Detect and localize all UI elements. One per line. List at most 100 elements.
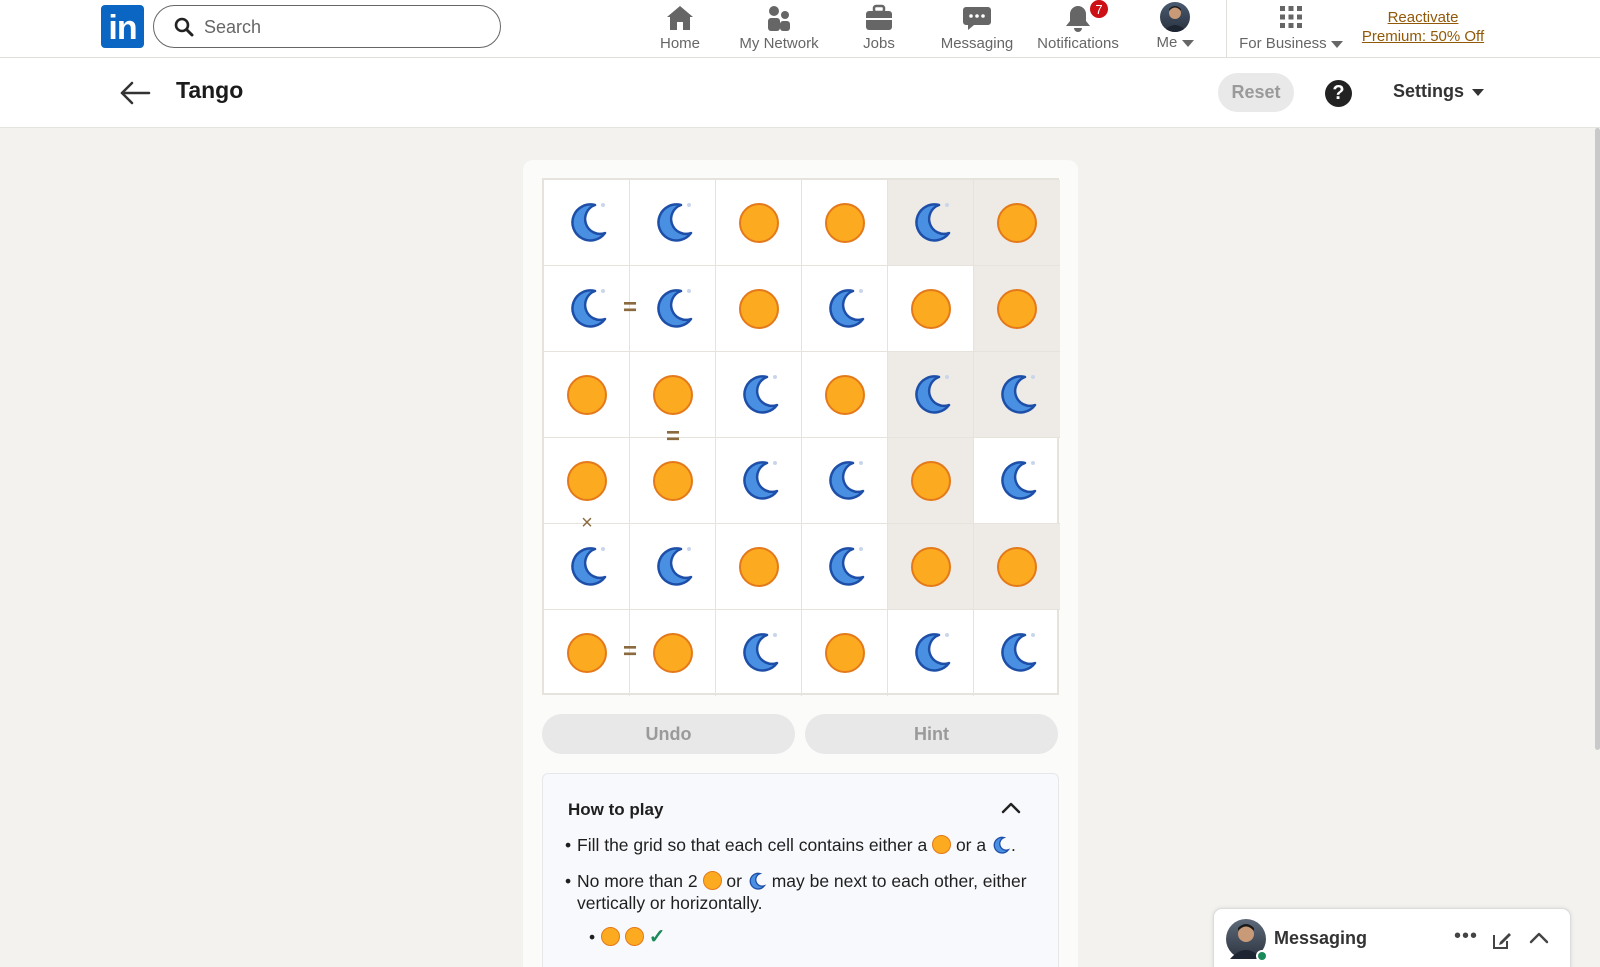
nav-home[interactable]: Home — [650, 0, 710, 58]
sun-icon — [624, 927, 644, 946]
board-cell-r1-c1[interactable] — [630, 266, 716, 352]
board-cell-r4-c1[interactable] — [630, 524, 716, 610]
board-cell-r0-c1[interactable] — [630, 180, 716, 266]
board-cell-r2-c5[interactable] — [974, 352, 1060, 438]
rule-2-text-b: or — [726, 871, 742, 891]
sun-icon — [567, 461, 607, 501]
board-cell-r3-c2[interactable] — [716, 438, 802, 524]
sun-icon — [702, 871, 722, 890]
nav-divider — [1226, 0, 1227, 58]
sun-icon — [911, 289, 951, 329]
nav-notifications[interactable]: 7 Notifications — [1035, 0, 1121, 58]
more-options-icon[interactable]: ••• — [1454, 925, 1478, 948]
nav-messaging-label: Messaging — [940, 35, 1014, 52]
sun-icon — [739, 203, 779, 243]
chevron-up-icon[interactable] — [1001, 801, 1021, 815]
sun-icon — [825, 633, 865, 673]
board-cell-r0-c3[interactable] — [802, 180, 888, 266]
global-nav: in Home My Network Jobs — [0, 0, 1600, 58]
sun-icon — [567, 633, 607, 673]
board-cell-r2-c0[interactable] — [544, 352, 630, 438]
board-cell-r4-c2[interactable] — [716, 524, 802, 610]
board-cell-r5-c4[interactable] — [888, 610, 974, 696]
moon-icon — [737, 371, 783, 417]
board-cell-r4-c3[interactable] — [802, 524, 888, 610]
moon-icon — [995, 629, 1041, 675]
moon-icon — [995, 371, 1041, 417]
board-cell-r5-c0[interactable] — [544, 610, 630, 696]
board-cell-r2-c2[interactable] — [716, 352, 802, 438]
compose-icon[interactable] — [1491, 929, 1513, 951]
scrollbar[interactable] — [1595, 128, 1600, 750]
board-cell-r5-c2[interactable] — [716, 610, 802, 696]
linkedin-logo[interactable]: in — [101, 5, 144, 48]
board-cell-r3-c1[interactable] — [630, 438, 716, 524]
messaging-dock[interactable]: Messaging ••• — [1213, 908, 1571, 967]
sun-icon — [997, 203, 1037, 243]
board-cell-r1-c3[interactable] — [802, 266, 888, 352]
moon-icon — [749, 872, 766, 890]
settings-label: Settings — [1393, 81, 1465, 101]
board-cell-r0-c4[interactable] — [888, 180, 974, 266]
moon-icon — [737, 457, 783, 503]
nav-my-network[interactable]: My Network — [735, 0, 823, 58]
premium-link[interactable]: Reactivate Premium: 50% Off — [1358, 8, 1488, 46]
search-box[interactable] — [153, 5, 501, 48]
help-icon[interactable]: ? — [1325, 80, 1352, 107]
nav-for-business[interactable]: For Business — [1238, 0, 1344, 58]
opposite-constraint-2: × — [581, 512, 593, 534]
notification-badge: 7 — [1089, 0, 1109, 19]
chevron-up-icon[interactable] — [1529, 931, 1549, 945]
game-header: Tango Reset ? Settings — [0, 58, 1600, 128]
search-input[interactable] — [204, 14, 484, 40]
board-cell-r1-c0[interactable] — [544, 266, 630, 352]
undo-button[interactable]: Undo — [542, 714, 795, 754]
nav-me[interactable]: Me — [1150, 0, 1200, 58]
board-cell-r4-c5[interactable] — [974, 524, 1060, 610]
search-icon — [174, 17, 194, 37]
board-cell-r0-c2[interactable] — [716, 180, 802, 266]
board-cell-r1-c2[interactable] — [716, 266, 802, 352]
board-cell-r5-c5[interactable] — [974, 610, 1060, 696]
equal-constraint-1: = — [665, 423, 680, 450]
caret-down-icon — [1472, 88, 1485, 96]
sun-icon — [601, 927, 620, 946]
sun-icon — [911, 547, 951, 587]
board-cell-r4-c4[interactable] — [888, 524, 974, 610]
tango-board: = = × = — [542, 178, 1060, 696]
how-to-play-panel: How to play • Fill the grid so that each… — [542, 773, 1059, 967]
moon-icon — [651, 199, 697, 245]
moon-icon — [909, 629, 955, 675]
hint-button[interactable]: Hint — [805, 714, 1058, 754]
rule-1-text-b: or a — [955, 835, 987, 855]
nav-jobs[interactable]: Jobs — [855, 0, 903, 58]
sun-icon — [653, 633, 693, 673]
board-cell-r5-c3[interactable] — [802, 610, 888, 696]
briefcase-icon — [866, 4, 892, 30]
nav-messaging[interactable]: Messaging — [938, 0, 1016, 58]
board-cell-r1-c5[interactable] — [974, 266, 1060, 352]
sun-icon — [911, 461, 951, 501]
moon-icon — [651, 543, 697, 589]
chevron-down-icon — [1330, 40, 1343, 48]
reset-button[interactable]: Reset — [1218, 73, 1294, 112]
nav-jobs-label: Jobs — [863, 35, 895, 52]
board-cell-r0-c5[interactable] — [974, 180, 1060, 266]
board-cell-r2-c4[interactable] — [888, 352, 974, 438]
sun-icon — [997, 289, 1037, 329]
moon-icon — [737, 629, 783, 675]
settings-dropdown[interactable]: Settings — [1393, 81, 1485, 102]
board-cell-r5-c1[interactable] — [630, 610, 716, 696]
board-cell-r3-c4[interactable] — [888, 438, 974, 524]
back-arrow-icon[interactable] — [118, 80, 152, 106]
board-cell-r3-c3[interactable] — [802, 438, 888, 524]
check-icon: ✓ — [648, 926, 666, 948]
board-cell-r2-c3[interactable] — [802, 352, 888, 438]
board-cell-r1-c4[interactable] — [888, 266, 974, 352]
moon-icon — [993, 836, 1011, 854]
board-cell-r3-c5[interactable] — [974, 438, 1060, 524]
board-cell-r4-c0[interactable] — [544, 524, 630, 610]
board-cell-r0-c0[interactable] — [544, 180, 630, 266]
equal-constraint-0: = — [622, 294, 637, 321]
nav-me-label: Me — [1156, 34, 1178, 51]
